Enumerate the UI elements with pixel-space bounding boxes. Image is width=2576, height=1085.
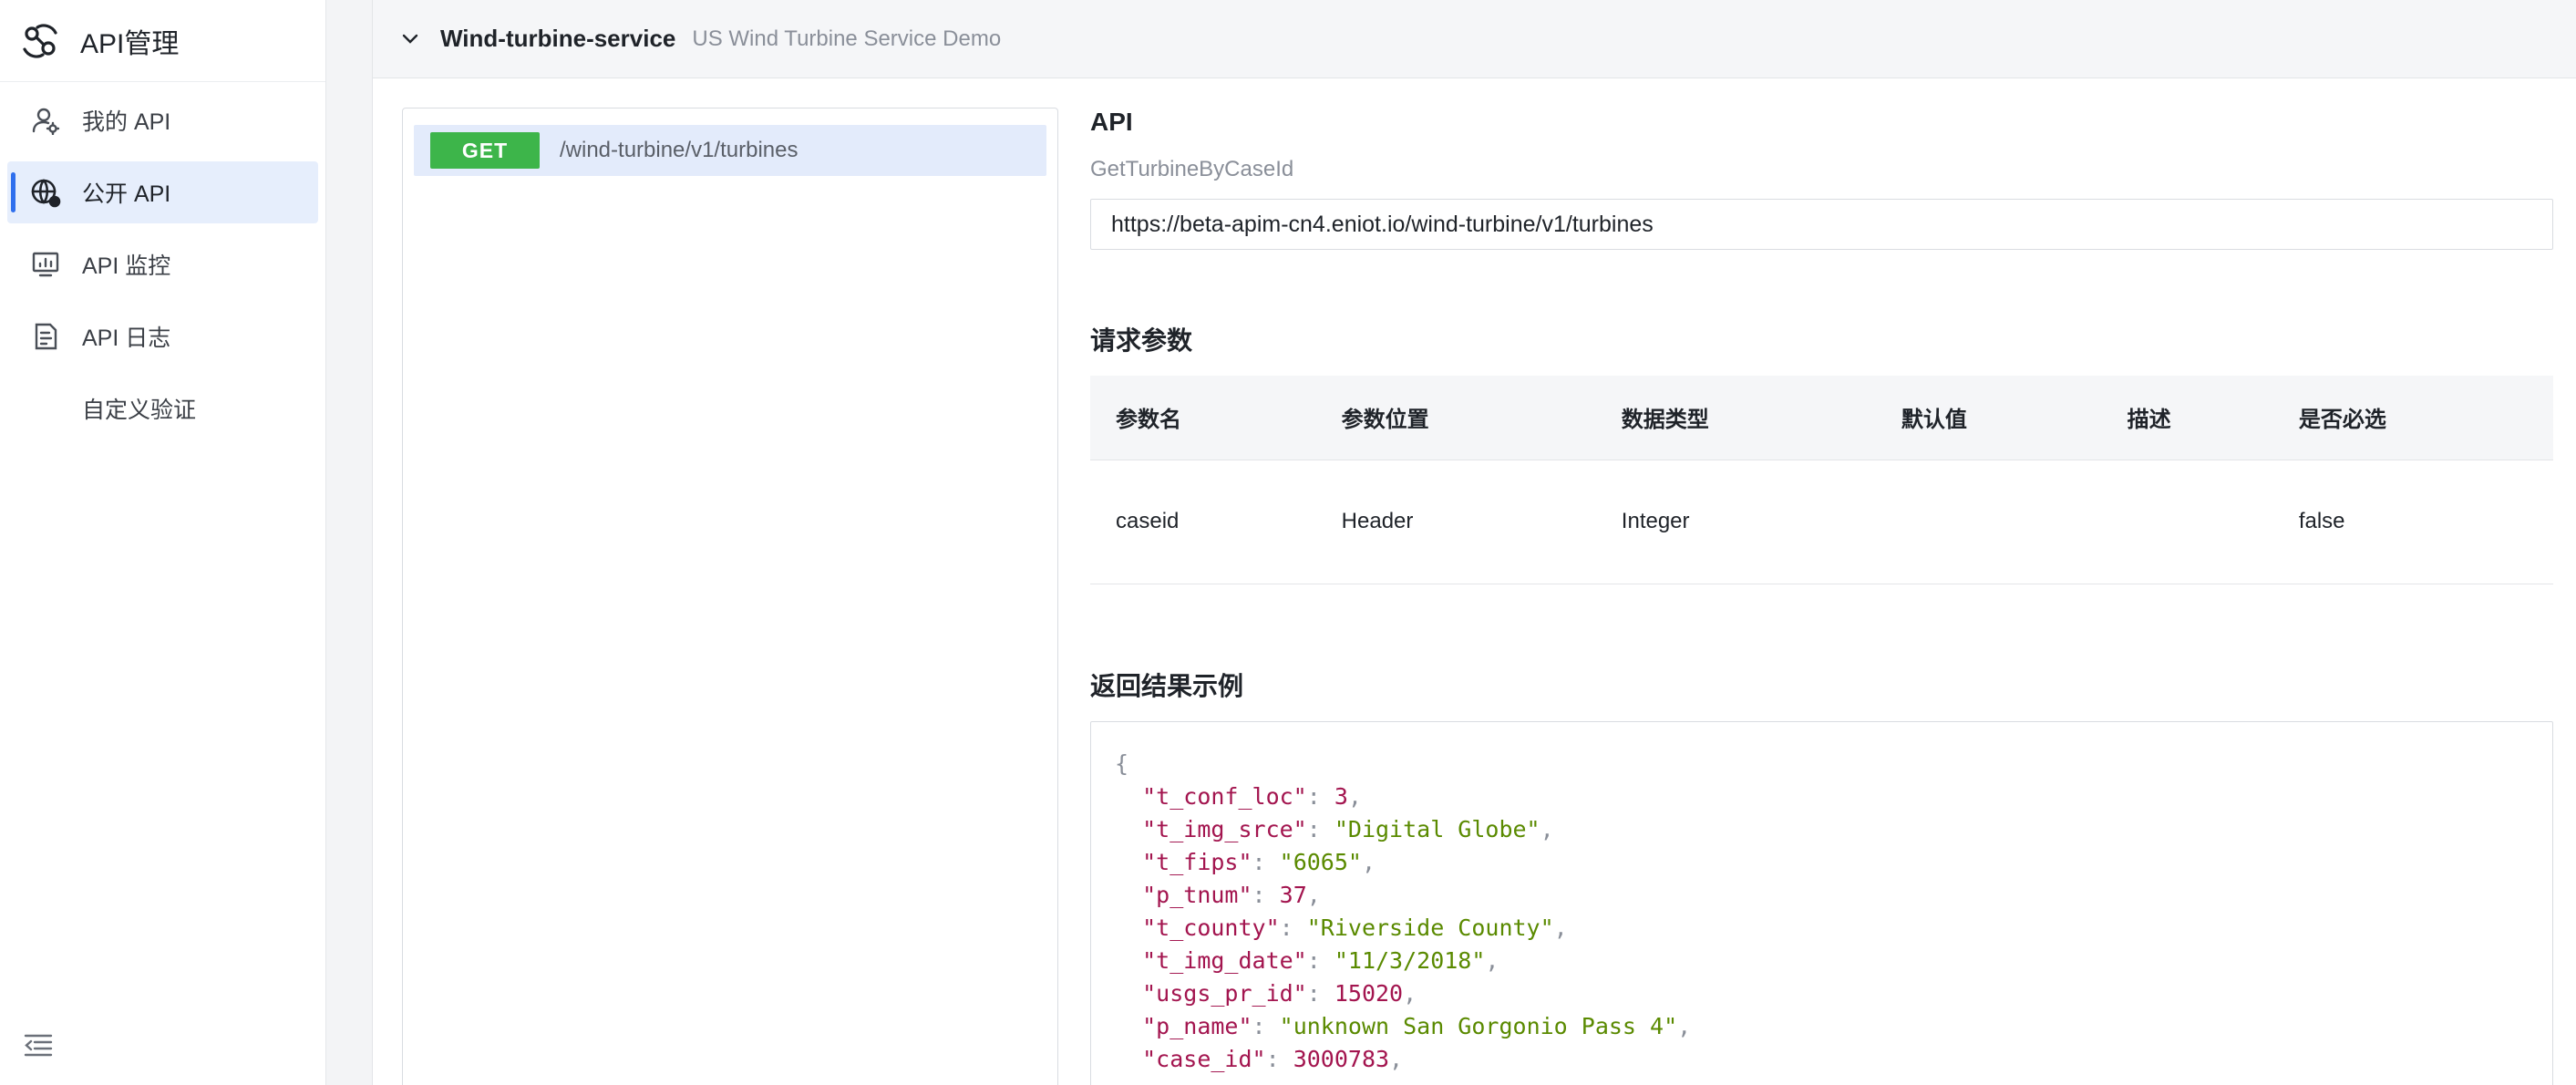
param-location-cell: Header <box>1315 460 1596 584</box>
sidebar-header: API管理 <box>0 0 325 82</box>
code-comma: , <box>1540 815 1554 842</box>
api-details: API GetTurbineByCaseId https://beta-apim… <box>1090 108 2553 1085</box>
api-heading: API <box>1090 108 1133 136</box>
sidebar-item-label: API 监控 <box>82 253 171 279</box>
sidebar-item-label: API 日志 <box>82 326 171 351</box>
code-key: "t_img_srce" <box>1142 815 1307 842</box>
code-value: "Digital Globe" <box>1334 815 1540 842</box>
app-title: API管理 <box>80 28 180 59</box>
column-header: 描述 <box>2101 376 2273 460</box>
sidebar-item-public-api[interactable]: 公开 API <box>7 161 318 223</box>
document-log-icon <box>29 320 62 353</box>
column-header: 参数位置 <box>1315 376 1596 460</box>
code-line: "t_conf_loc": 3, <box>1115 780 2552 813</box>
column-header: 是否必选 <box>2272 376 2553 460</box>
code-colon: : <box>1252 881 1280 908</box>
code-value: "6065" <box>1279 848 1362 875</box>
sidebar-nav: 我的 API 公开 API API 监控 API 日志 自定义验证 <box>0 82 325 439</box>
code-line: "case_id": 3000783, <box>1115 1043 2552 1076</box>
code-colon: : <box>1279 914 1307 941</box>
sidebar-item-label: 自定义验证 <box>82 398 197 423</box>
code-value: "unknown San Gorgonio Pass 4" <box>1279 1012 1678 1039</box>
column-header: 数据类型 <box>1595 376 1876 460</box>
code-line: "p_tnum": 37, <box>1115 879 2552 912</box>
code-colon: : <box>1306 815 1334 842</box>
api-list-item[interactable]: GET /wind-turbine/v1/turbines <box>414 125 1046 176</box>
code-comma: , <box>1677 1012 1692 1039</box>
sidebar-item-api-monitor[interactable]: API 监控 <box>7 233 318 295</box>
param-default-cell <box>1875 460 2102 584</box>
code-comma: , <box>1553 914 1568 941</box>
service-header[interactable]: Wind-turbine-service US Wind Turbine Ser… <box>373 0 2576 78</box>
code-line: "t_img_srce": "Digital Globe", <box>1115 813 2552 846</box>
code-key: "t_fips" <box>1142 848 1252 875</box>
code-open-brace: { <box>1115 749 1129 777</box>
column-header: 参数名 <box>1090 376 1316 460</box>
sidebar: API管理 我的 API 公开 API API 监控 API 日志 自定义验证 <box>0 0 326 1085</box>
code-key: "p_name" <box>1142 1012 1252 1039</box>
service-name: Wind-turbine-service <box>440 25 676 52</box>
main-content: Wind-turbine-service US Wind Turbine Ser… <box>372 0 2576 1085</box>
api-name: GetTurbineByCaseId <box>1090 157 1294 181</box>
api-logo-icon <box>20 21 60 61</box>
code-line: "usgs_pr_id": 15020, <box>1115 977 2552 1010</box>
code-key: "t_conf_loc" <box>1142 782 1307 810</box>
code-colon: : <box>1306 979 1334 1007</box>
code-colon: : <box>1252 848 1280 875</box>
code-key: "t_img_date" <box>1142 946 1307 974</box>
sidebar-item-my-api[interactable]: 我的 API <box>7 89 318 151</box>
api-path: /wind-turbine/v1/turbines <box>560 138 799 162</box>
sidebar-item-label: 公开 API <box>82 181 171 207</box>
code-value: "Riverside County" <box>1306 914 1554 941</box>
code-comma: , <box>1306 881 1321 908</box>
code-colon: : <box>1306 782 1334 810</box>
code-comma: , <box>1485 946 1499 974</box>
table-row: caseid Header Integer false <box>1090 460 2553 584</box>
code-line: "t_fips": "6065", <box>1115 846 2552 879</box>
method-badge: GET <box>430 132 540 169</box>
request-params-table: 参数名 参数位置 数据类型 默认值 描述 是否必选 caseid Header … <box>1090 376 2553 584</box>
code-key: "case_id" <box>1142 1045 1266 1072</box>
param-type-cell: Integer <box>1595 460 1876 584</box>
code-colon: : <box>1252 1012 1280 1039</box>
code-line: "p_name": "unknown San Gorgonio Pass 4", <box>1115 1010 2552 1043</box>
column-header: 默认值 <box>1875 376 2102 460</box>
code-value: 3 <box>1334 782 1348 810</box>
code-comma: , <box>1389 1045 1404 1072</box>
chevron-down-icon[interactable] <box>398 27 422 51</box>
monitor-chart-icon <box>29 248 62 281</box>
user-settings-icon <box>29 104 62 137</box>
code-key: "t_county" <box>1142 914 1280 941</box>
request-params-heading: 请求参数 <box>1090 326 1193 355</box>
code-comma: , <box>1347 782 1362 810</box>
code-value: 15020 <box>1334 979 1404 1007</box>
table-header-row: 参数名 参数位置 数据类型 默认值 描述 是否必选 <box>1090 376 2553 460</box>
sidebar-item-api-log[interactable]: API 日志 <box>7 305 318 367</box>
param-name-cell: caseid <box>1090 460 1316 584</box>
response-example-heading: 返回结果示例 <box>1090 671 1244 700</box>
sidebar-item-custom-auth[interactable]: 自定义验证 <box>7 377 318 439</box>
code-value: 37 <box>1279 881 1307 908</box>
code-key: "p_tnum" <box>1142 881 1252 908</box>
code-colon: : <box>1265 1045 1293 1072</box>
globe-icon <box>29 176 62 209</box>
param-description-cell <box>2101 460 2273 584</box>
response-example-code: { "t_conf_loc": 3, "t_img_srce": "Digita… <box>1090 720 2553 1085</box>
collapse-sidebar-icon[interactable] <box>22 1028 55 1061</box>
code-comma: , <box>1361 848 1376 875</box>
code-value: "11/3/2018" <box>1334 946 1486 974</box>
code-line: "t_county": "Riverside County", <box>1115 912 2552 945</box>
code-key: "usgs_pr_id" <box>1142 979 1307 1007</box>
code-value: 3000783 <box>1293 1045 1390 1072</box>
param-required-cell: false <box>2272 460 2553 584</box>
sidebar-item-label: 我的 API <box>82 109 171 135</box>
api-url-field[interactable]: https://beta-apim-cn4.eniot.io/wind-turb… <box>1090 199 2553 250</box>
service-description: US Wind Turbine Service Demo <box>692 26 1002 51</box>
code-line: "t_img_date": "11/3/2018", <box>1115 945 2552 977</box>
code-colon: : <box>1306 946 1334 974</box>
api-list-panel: GET /wind-turbine/v1/turbines <box>402 108 1058 1085</box>
code-comma: , <box>1403 979 1417 1007</box>
